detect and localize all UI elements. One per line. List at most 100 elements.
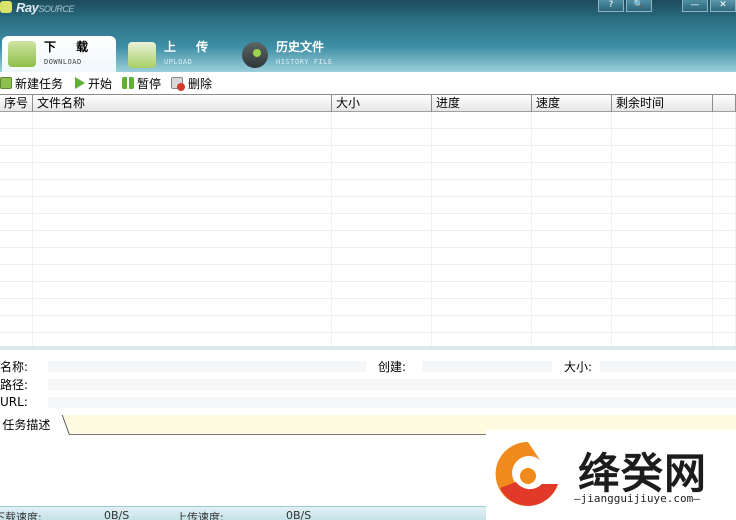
table-cell [713,316,736,333]
table-row[interactable] [0,282,736,299]
table-cell [33,299,332,316]
table-cell [432,163,532,180]
table-cell [612,316,713,333]
table-cell [532,333,612,346]
table-cell [332,129,432,146]
logo-main: Ray [16,0,39,15]
help-button[interactable]: ? [598,0,624,12]
table-cell [432,248,532,265]
table-cell [532,299,612,316]
watermark: 绛癸网 —jiangguijiuye.com— [486,430,736,520]
table-cell [432,299,532,316]
table-cell [713,180,736,197]
minimize-button[interactable]: — [682,0,708,12]
history-icon [242,41,268,68]
tab-history[interactable]: 历史文件 HISTORY FILE [236,37,333,72]
table-cell [0,316,33,333]
table-cell [0,180,33,197]
table-row[interactable] [0,112,736,129]
task-table[interactable]: 序号 文件名称 大小 进度 速度 剩余时间 [0,94,736,346]
table-row[interactable] [0,316,736,333]
download-speed-value: 0B/S [104,509,130,520]
table-cell [0,265,33,282]
column-header-remaining[interactable]: 剩余时间 [612,95,713,112]
table-cell [332,231,432,248]
table-cell [432,214,532,231]
url-value [48,397,736,408]
path-label: 路径: [0,377,29,392]
column-header-speed[interactable]: 速度 [532,95,612,112]
table-cell [432,265,532,282]
pause-button[interactable]: 暂停 [122,75,161,92]
table-row[interactable] [0,333,736,346]
tab-sublabel: DOWNLOAD [44,57,82,66]
delete-button[interactable]: 删除 [171,75,212,92]
logo-sub: SOURCE [38,3,74,14]
table-cell [432,316,532,333]
upload-icon [128,41,156,68]
table-cell [713,163,736,180]
toolbar: 新建任务 开始 暂停 删除 [0,72,736,94]
table-cell [33,316,332,333]
table-cell [612,333,713,346]
table-cell [33,214,332,231]
size-value [600,361,736,372]
play-icon [75,77,86,89]
table-cell [532,214,612,231]
table-cell [612,265,713,282]
pause-icon [122,77,135,89]
table-cell [432,180,532,197]
table-cell [332,248,432,265]
tab-download[interactable]: 下 载 DOWNLOAD [2,36,116,72]
table-row[interactable] [0,146,736,163]
table-cell [532,146,612,163]
table-row[interactable] [0,248,736,265]
table-cell [532,248,612,265]
table-cell [332,112,432,129]
table-row[interactable] [0,197,736,214]
table-row[interactable] [0,214,736,231]
table-row[interactable] [0,163,736,180]
table-cell [33,248,332,265]
table-cell [332,180,432,197]
table-row[interactable] [0,265,736,282]
table-cell [612,163,713,180]
column-header-index[interactable]: 序号 [0,95,33,112]
table-cell [713,231,736,248]
start-button[interactable]: 开始 [73,75,112,92]
url-label: URL: [0,395,28,409]
column-header-size[interactable]: 大小 [332,95,432,112]
table-cell [33,112,332,129]
column-header-progress[interactable]: 进度 [432,95,532,112]
column-header-filename[interactable]: 文件名称 [33,95,332,112]
table-cell [33,163,332,180]
name-value [48,361,366,372]
table-cell [33,180,332,197]
table-cell [532,180,612,197]
search-button[interactable]: 🔍 [626,0,652,12]
table-cell [612,248,713,265]
table-cell [532,163,612,180]
table-cell [612,197,713,214]
table-cell [713,146,736,163]
tab-upload[interactable]: 上 传 UPLOAD [122,37,216,72]
tab-task-description[interactable]: 任务描述 [0,415,70,435]
new-task-icon [0,77,12,89]
table-row[interactable] [0,129,736,146]
delete-icon [171,77,186,91]
upload-speed-value: 0B/S [286,509,312,520]
table-cell [332,146,432,163]
table-cell [332,316,432,333]
column-header-extra[interactable] [713,95,736,112]
close-button[interactable]: ✕ [710,0,736,12]
table-row[interactable] [0,180,736,197]
path-value [48,379,736,390]
table-cell [332,197,432,214]
table-row[interactable] [0,231,736,248]
table-cell [532,282,612,299]
created-value [422,361,552,372]
upload-speed-label: 上传速度: [176,511,224,520]
table-row[interactable] [0,299,736,316]
new-task-button[interactable]: 新建任务 [0,75,63,92]
table-cell [612,180,713,197]
